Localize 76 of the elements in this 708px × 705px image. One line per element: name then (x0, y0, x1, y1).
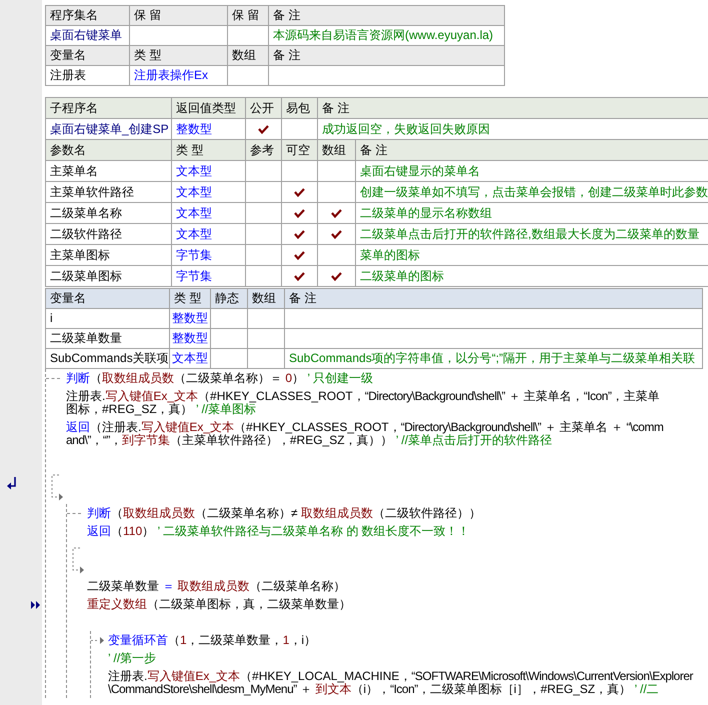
code-line: 二级菜单数量 ＝ 取数组成员数（二级菜单名称） (87, 580, 346, 592)
table-cell: 二级菜单点击后打开的软件路径,数组最大长度为二级菜单的数量 (356, 224, 708, 244)
table-cell: 文本型 (172, 203, 245, 223)
column-header: 类 型 (170, 289, 210, 308)
check-icon (294, 250, 305, 260)
table-cell: 文本型 (172, 161, 245, 181)
code-line: 重定义数组（二级菜单图标，真，二级菜单数量） (87, 598, 351, 610)
table-cell: 菜单的图标 (356, 245, 708, 265)
column-header: 保 留 (228, 6, 268, 25)
table-cell: 主菜单图标 (46, 245, 171, 265)
code-line: 判断（取数组成员数（二级菜单名称）＝ 0） ’ 只创建一级 (66, 372, 373, 384)
table-cell: 二级菜单图标 (46, 266, 171, 286)
code-line: 注册表.写入键值Ex_文本（#HKEY_LOCAL_MACHINE，“SOFTWARE\Microsoft\Windows\CurrentVersion\Explorer \CommandStore\shell\desm_MyMenu” ＋ 到文本（i），“Icon”，二级菜单图标［i］，#REG_SZ，真） ’ //二 (108, 670, 693, 696)
column-header: 类 型 (172, 140, 245, 160)
table-cell: 文本型 (172, 182, 245, 202)
table-cell: 文本型 (172, 224, 245, 244)
check-icon (294, 188, 305, 196)
code-line: 返回（注册表.写入键值Ex_文本（#HKEY_CLASSES_ROOT，“Directory\Background\shell\” ＋ 主菜单名 ＋ “\comm and\”，“”，到字节集（主菜单软件路径），#REG_SZ，真）） ’ //菜单点击后打开的软件路径 (66, 420, 664, 446)
code-line: 变量循环首（1，二级菜单数量，1，i） (108, 634, 316, 646)
table-cell: 桌面右键显示的菜单名 (356, 161, 708, 181)
column-header: 变量名 (46, 289, 169, 308)
table-cell: 二级菜单的图标 (356, 266, 708, 286)
table-cell: 桌面右键菜单 (46, 26, 129, 45)
table-cell: 文本型 (170, 349, 210, 368)
table-cell: 创建一级菜单如不填写，点击菜单会报错，创建二级菜单时此参数 (356, 182, 708, 202)
code-line: 注册表.写入键值Ex_文本（#HKEY_CLASSES_ROOT，“Directory\Background\shell\” ＋ 主菜单名，“Icon”，主菜单 图标，#REG_SZ，真） ’ //菜单图标 (66, 390, 660, 416)
check-icon (331, 272, 342, 280)
column-header: 易包 (282, 98, 317, 118)
table-cell: 本源码来自易语言资源网(www.eyuyan.la) (269, 26, 504, 45)
loop-arrow-icon (91, 636, 105, 644)
column-header: 公开 (246, 98, 281, 118)
table-cell: 二级软件路径 (46, 224, 171, 244)
check-icon (331, 230, 342, 238)
table-cell: 成功返回空，失败返回失败原因 (318, 119, 708, 139)
column-header: 参数名 (46, 140, 171, 160)
column-header: 返回值类型 (172, 98, 245, 118)
table-cell: 二级菜单的显示名称数组 (356, 203, 708, 223)
table-cell: 整数型 (170, 329, 210, 348)
table-cell: 字节集 (172, 245, 245, 265)
column-header: 可空 (282, 140, 317, 160)
check-icon (258, 124, 269, 134)
check-icon (294, 272, 305, 280)
column-header: 备 注 (285, 289, 702, 308)
table-cell: 注册表 (46, 66, 129, 85)
table-cell: 注册表操作Ex (130, 66, 227, 85)
column-header: 保 留 (130, 6, 227, 25)
table-cell: SubCommands关联项 (46, 349, 169, 368)
check-icon (294, 208, 305, 218)
column-header: 静态 (211, 289, 247, 308)
column-header: 备 注 (318, 98, 708, 118)
table-cell: 整数型 (172, 119, 245, 139)
column-header: 类 型 (130, 46, 227, 65)
column-header: 子程序名 (46, 98, 171, 118)
table-cell: 桌面右键菜单_创建SP (46, 119, 171, 139)
check-icon (331, 208, 342, 218)
table-cell: 二级菜单名称 (46, 203, 171, 223)
column-header: 数组 (248, 289, 284, 308)
column-header: 备 注 (269, 6, 504, 25)
table-cell: 主菜单名 (46, 161, 171, 181)
column-header: 程序集名 (46, 6, 129, 25)
table-cell: 二级菜单数量 (46, 329, 169, 348)
code-line: 判断（取数组成员数（二级菜单名称）≠ 取数组成员数（二级软件路径）） (87, 506, 481, 520)
column-header: 参考 (246, 140, 281, 160)
column-header: 备 注 (356, 140, 708, 160)
table-cell: 字节集 (172, 266, 245, 286)
table-cell: 主菜单软件路径 (46, 182, 171, 202)
table-cell: i (46, 309, 169, 328)
table-cell: SubCommands项的字符串值，以分号“;”隔开，用于主菜单与二级菜单相关联 (285, 349, 702, 368)
code-line: ’ //第一步 (108, 652, 156, 664)
code-line: 返回（110） ’ 二级菜单软件路径与二级菜单名称 的 数组长度不一致！！ (87, 524, 470, 538)
column-header: 变量名 (46, 46, 129, 65)
check-icon (294, 230, 305, 238)
table-cell: 整数型 (170, 309, 210, 328)
column-header: 数组 (318, 140, 355, 160)
column-header: 数组 (228, 46, 268, 65)
column-header: 备 注 (269, 46, 504, 65)
